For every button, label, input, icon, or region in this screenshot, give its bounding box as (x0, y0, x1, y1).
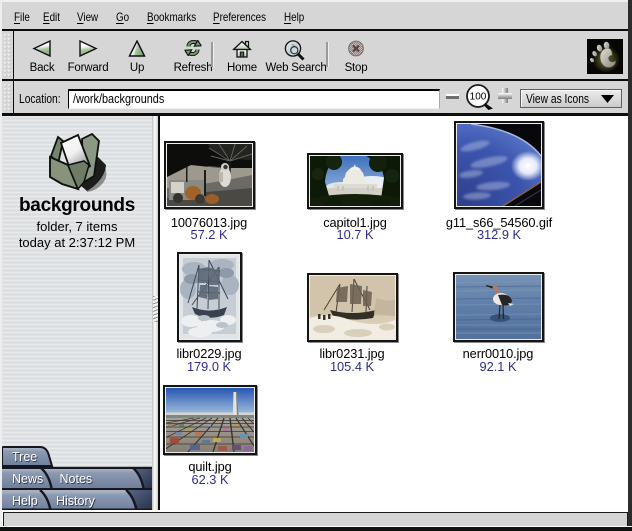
svg-text:History: History (56, 494, 96, 508)
svg-text:News: News (12, 472, 43, 486)
svg-text:Tree: Tree (12, 450, 37, 464)
svg-text:100: 100 (470, 92, 487, 103)
svg-text:Help: Help (12, 494, 38, 508)
svg-text:Notes: Notes (60, 472, 93, 486)
